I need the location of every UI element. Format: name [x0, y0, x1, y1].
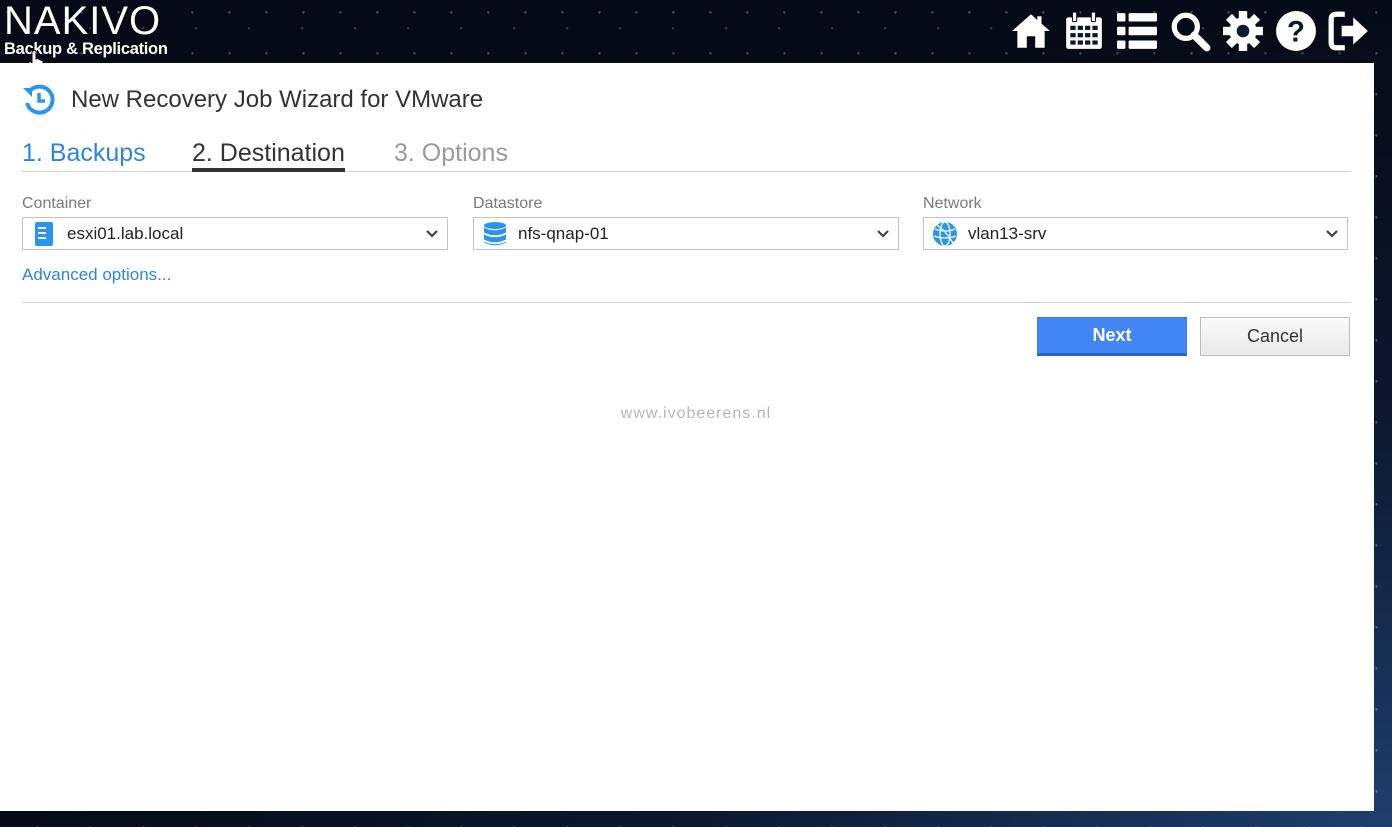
network-value: vlan13-srv — [968, 224, 1047, 243]
datastore-value: nfs-qnap-01 — [518, 224, 609, 243]
chevron-down-icon — [426, 230, 438, 238]
recovery-history-icon — [23, 84, 55, 115]
top-bar: NAKIVO Backup & Replication ? — [0, 0, 1392, 72]
next-button[interactable]: Next — [1037, 317, 1187, 356]
svg-text:?: ? — [1287, 15, 1305, 48]
network-select[interactable]: vlan13-srv — [923, 217, 1348, 250]
logo-main-text: NAKIVO — [4, 0, 162, 43]
home-icon[interactable] — [1009, 8, 1052, 54]
divider — [22, 302, 1351, 303]
step-backups[interactable]: 1. Backups — [22, 137, 146, 169]
datastore-label: Datastore — [473, 195, 543, 212]
container-label: Container — [22, 195, 92, 212]
search-icon[interactable] — [1168, 8, 1211, 54]
advanced-options-link[interactable]: Advanced options... — [22, 265, 171, 285]
database-icon — [484, 222, 506, 246]
network-field: Network vlan13-srv — [923, 195, 1348, 250]
step-options: 3. Options — [394, 139, 508, 167]
page-title: New Recovery Job Wizard for VMware — [71, 86, 484, 113]
gear-icon[interactable] — [1221, 8, 1264, 54]
help-icon[interactable]: ? — [1274, 8, 1317, 54]
container-value: esxi01.lab.local — [67, 224, 184, 243]
list-icon[interactable] — [1115, 8, 1158, 54]
step-destination[interactable]: 2. Destination — [192, 137, 345, 172]
network-label: Network — [923, 195, 982, 212]
chevron-down-icon — [1326, 230, 1338, 238]
wizard-steps: 1. Backups 2. Destination 3. Options — [22, 137, 1351, 172]
watermark: www.ivobeerens.nl — [620, 405, 772, 422]
logout-icon[interactable] — [1327, 8, 1370, 54]
chevron-down-icon — [877, 230, 889, 238]
server-icon — [35, 222, 53, 246]
container-field: Container esxi01.lab.local — [22, 195, 448, 250]
calendar-icon[interactable] — [1062, 8, 1105, 54]
datastore-field: Datastore nfs-qnap-01 — [473, 195, 899, 250]
datastore-select[interactable]: nfs-qnap-01 — [473, 217, 899, 250]
globe-icon — [933, 221, 957, 247]
cancel-button[interactable]: Cancel — [1200, 317, 1350, 356]
wizard-panel: New Recovery Job Wizard for VMware 1. Ba… — [0, 63, 1374, 811]
container-select[interactable]: esxi01.lab.local — [22, 217, 448, 250]
